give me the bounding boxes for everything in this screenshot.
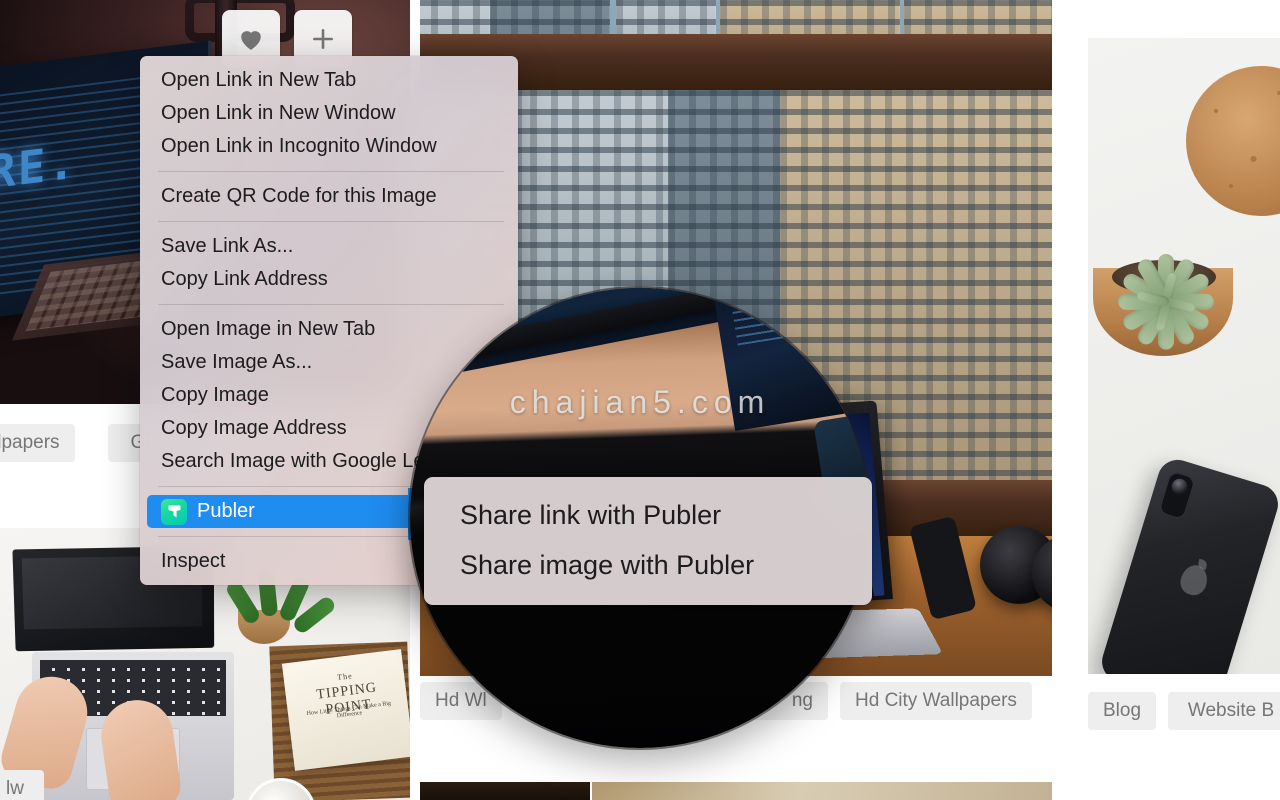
photo-right-apple-logo bbox=[1177, 561, 1211, 599]
tag-chip-left-1[interactable]: llpapers bbox=[0, 424, 75, 462]
photo-left-bottom-book: The TIPPING POINT How Little Things Can … bbox=[281, 649, 410, 771]
tag-chip-right-1[interactable]: Blog bbox=[1088, 692, 1157, 730]
plus-icon bbox=[310, 26, 336, 52]
tag-chip-right-2[interactable]: Website B bbox=[1168, 692, 1280, 730]
photo-card-right[interactable] bbox=[1088, 38, 1280, 674]
menu-item-open-link-incognito[interactable]: Open Link in Incognito Window bbox=[140, 130, 518, 163]
photo-right-iphone bbox=[1097, 454, 1280, 674]
photo-center-building bbox=[926, 90, 1052, 510]
menu-separator bbox=[158, 221, 504, 222]
submenu-item-share-link[interactable]: Share link with Publer bbox=[424, 490, 872, 540]
tag-chip-bottom-left-1[interactable]: lw bbox=[0, 770, 44, 800]
photo-right-iphone-camera bbox=[1158, 470, 1196, 521]
submenu-item-share-image[interactable]: Share image with Publer bbox=[424, 540, 872, 590]
photo-right-cork-coaster bbox=[1186, 66, 1280, 216]
heart-icon bbox=[238, 27, 264, 51]
menu-item-open-link-new-tab[interactable]: Open Link in New Tab bbox=[140, 64, 518, 97]
browser-viewport: RE. The TIPPING POINT How Little Things … bbox=[0, 0, 1280, 800]
menu-item-open-link-new-window[interactable]: Open Link in New Window bbox=[140, 97, 518, 130]
photo-right-succulent bbox=[1096, 208, 1236, 350]
photo-card-next-row-center[interactable] bbox=[592, 782, 1052, 800]
magnifier-second-screen bbox=[707, 288, 870, 431]
menu-separator bbox=[158, 171, 504, 172]
photo-center-headphones bbox=[980, 520, 1052, 616]
publer-icon bbox=[161, 498, 187, 525]
photo-left-top-screen-text: RE. bbox=[0, 134, 78, 200]
photo-card-next-row-left[interactable] bbox=[420, 782, 590, 800]
menu-item-create-qr-code[interactable]: Create QR Code for this Image bbox=[140, 180, 518, 213]
menu-item-save-link-as[interactable]: Save Link As... bbox=[140, 230, 518, 263]
menu-item-publer-label: Publer bbox=[197, 500, 255, 522]
publer-submenu[interactable]: Share link with Publer Share image with … bbox=[424, 477, 872, 605]
